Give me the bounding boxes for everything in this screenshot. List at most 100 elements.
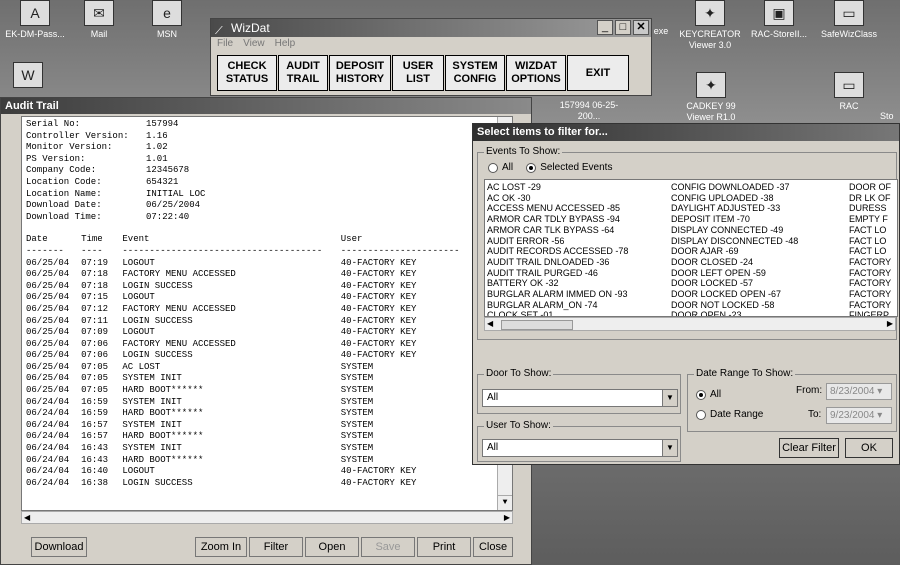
event-list-item[interactable]: DOOR LEFT OPEN -59 [671, 268, 798, 279]
table-row: 06/24/04 16:38 LOGIN SUCCESS 40-FACTORY KEY [26, 478, 508, 490]
wizdat-titlebar[interactable]: ⟋ WizDat _ □ ✕ [211, 19, 651, 37]
event-list-item[interactable]: DAYLIGHT ADJUSTED -33 [671, 203, 798, 214]
events-all-radio[interactable]: All [488, 162, 513, 173]
event-list-item[interactable]: FACT LO [849, 225, 891, 236]
event-list-item[interactable]: DOOR CLOSED -24 [671, 257, 798, 268]
minimize-icon[interactable]: _ [597, 20, 613, 35]
event-list-item[interactable]: DOOR OF [849, 182, 891, 193]
download-button[interactable]: Download [31, 537, 87, 557]
audit-trail-title[interactable]: Audit Trail [1, 98, 531, 114]
desktop-icon-safewizclass[interactable]: ▭ SafeWizClass [814, 0, 884, 40]
scroll-down-icon[interactable]: ▼ [498, 495, 512, 510]
event-list-item[interactable]: BATTERY OK -32 [487, 278, 628, 289]
chevron-down-icon[interactable]: ▼ [662, 440, 677, 456]
msn-icon: e [152, 0, 182, 26]
event-list-item[interactable]: AUDIT RECORDS ACCESSED -78 [487, 246, 628, 257]
desktop-icon-157994[interactable]: 157994 06-25-200... [554, 100, 624, 122]
save-button[interactable]: Save [361, 537, 415, 557]
event-list-item[interactable]: DISPLAY DISCONNECTED -48 [671, 236, 798, 247]
event-list-item[interactable]: FACTORY [849, 289, 891, 300]
user-select[interactable]: All ▼ [482, 439, 678, 457]
table-row: 06/25/04 07:11 LOGIN SUCCESS 40-FACTORY KEY [26, 316, 508, 328]
report-header-row: Controller Version: 1.16 [26, 131, 508, 143]
ok-button[interactable]: OK [845, 438, 893, 458]
event-list-item[interactable]: FACTORY [849, 278, 891, 289]
event-list-item[interactable]: BURGLAR ALARM IMMED ON -93 [487, 289, 628, 300]
scroll-right-icon[interactable]: ▶ [887, 318, 893, 330]
audit-trail-button[interactable]: AUDIT TRAIL [278, 55, 328, 91]
row-date: 06/25/04 [26, 385, 70, 396]
row-event: LOGOUT [122, 292, 155, 303]
event-list-item[interactable]: AUDIT ERROR -56 [487, 236, 628, 247]
desktop-icon-adobe[interactable]: A EK-DM-Pass... [0, 0, 70, 40]
system-config-button[interactable]: SYSTEM CONFIG [445, 55, 505, 91]
desktop-icon-keycreator[interactable]: ✦ KEYCREATOR Viewer 3.0 [675, 0, 745, 51]
event-list-item[interactable]: FACTORY [849, 300, 891, 311]
scroll-thumb[interactable] [501, 320, 573, 330]
user-list-button[interactable]: USER LIST [392, 55, 444, 91]
from-date-field[interactable]: 8/23/2004 ▾ [826, 383, 892, 400]
event-list-item[interactable]: DOOR NOT LOCKED -58 [671, 300, 798, 311]
wizdat-options-button[interactable]: WIZDAT OPTIONS [506, 55, 566, 91]
event-list-item[interactable]: DOOR LOCKED OPEN -67 [671, 289, 798, 300]
to-date-field[interactable]: 9/23/2004 ▾ [826, 407, 892, 424]
deposit-history-button[interactable]: DEPOSIT HISTORY [329, 55, 391, 91]
date-range-label: Date Range [710, 409, 764, 420]
event-list-item[interactable]: CONFIG UPLOADED -38 [671, 193, 798, 204]
date-range-radio[interactable]: Date Range [696, 409, 763, 420]
event-list-item[interactable]: DEPOSIT ITEM -70 [671, 214, 798, 225]
event-list-item[interactable]: DOOR LOCKED -57 [671, 278, 798, 289]
event-list-item[interactable]: DISPLAY CONNECTED -49 [671, 225, 798, 236]
event-list-item[interactable]: FACT LO [849, 236, 891, 247]
report-header-row: Company Code: 12345678 [26, 165, 508, 177]
desktop-icon-mail[interactable]: ✉ Mail [64, 0, 134, 40]
event-list-item[interactable]: DR LK OF [849, 193, 891, 204]
event-list-item[interactable]: FACT LO [849, 246, 891, 257]
clear-filter-button[interactable]: Clear Filter [779, 438, 839, 458]
event-list-item[interactable]: FACTORY [849, 268, 891, 279]
desktop-icon-rac[interactable]: ▭ RAC [814, 72, 884, 112]
chevron-down-icon[interactable]: ▼ [662, 390, 677, 406]
event-list-item[interactable]: CONFIG DOWNLOADED -37 [671, 182, 798, 193]
desktop-icon-cadkey[interactable]: ✦ CADKEY 99 Viewer R1.0 [676, 72, 746, 123]
event-list-item[interactable]: ARMOR CAR TLK BYPASS -64 [487, 225, 628, 236]
scroll-left-icon[interactable]: ◀ [24, 512, 30, 523]
event-list-item[interactable]: EMPTY F [849, 214, 891, 225]
event-list-item[interactable]: DOOR AJAR -69 [671, 246, 798, 257]
row-date: 06/24/04 [26, 396, 70, 407]
event-list-item[interactable]: AUDIT TRAIL DNLOADED -36 [487, 257, 628, 268]
event-list-item[interactable]: AC LOST -29 [487, 182, 628, 193]
events-horizontal-scrollbar[interactable]: ◀ ▶ [484, 317, 896, 331]
event-list-item[interactable]: BURGLAR ALARM_ON -74 [487, 300, 628, 311]
print-button[interactable]: Print [417, 537, 471, 557]
menu-view[interactable]: View [243, 37, 265, 51]
filter-dialog-title[interactable]: Select items to filter for... [473, 124, 899, 141]
scroll-left-icon[interactable]: ◀ [487, 318, 493, 330]
close-button[interactable]: Close [473, 537, 513, 557]
close-icon[interactable]: ✕ [633, 20, 649, 35]
desktop-icon-msn[interactable]: e MSN [132, 0, 202, 40]
open-button[interactable]: Open [305, 537, 359, 557]
event-list-item[interactable]: ARMOR CAR TDLY BYPASS -94 [487, 214, 628, 225]
events-selected-radio[interactable]: Selected Events [526, 162, 612, 173]
audit-report[interactable]: Serial No: 157994 Controller Version: 1.16 M… [21, 116, 513, 511]
check-status-button[interactable]: CHECK STATUS [217, 55, 277, 91]
report-horizontal-scrollbar[interactable]: ◀ ▶ [21, 511, 513, 524]
event-list-item[interactable]: AC OK -30 [487, 193, 628, 204]
scroll-right-icon[interactable]: ▶ [504, 512, 510, 523]
event-list-item[interactable]: FACTORY [849, 257, 891, 268]
row-event: HARD BOOT****** [122, 385, 204, 396]
desktop-icon-rac-store[interactable]: ▣ RAC-StoreII... [744, 0, 814, 40]
maximize-icon[interactable]: □ [615, 20, 631, 35]
desktop-icon-doc[interactable]: W [10, 62, 46, 91]
filter-button[interactable]: Filter [249, 537, 303, 557]
event-list-item[interactable]: ACCESS MENU ACCESSED -85 [487, 203, 628, 214]
date-all-radio[interactable]: All [696, 389, 721, 400]
zoom-in-button[interactable]: Zoom In [195, 537, 247, 557]
event-list-item[interactable]: AUDIT TRAIL PURGED -46 [487, 268, 628, 279]
events-listbox[interactable]: AC LOST -29 AC OK -30 ACCESS MENU ACCESSED… [484, 179, 898, 317]
door-select[interactable]: All ▼ [482, 389, 678, 407]
menu-help[interactable]: Help [275, 37, 296, 51]
exit-button[interactable]: EXIT [567, 55, 629, 91]
event-list-item[interactable]: DURESS [849, 203, 891, 214]
